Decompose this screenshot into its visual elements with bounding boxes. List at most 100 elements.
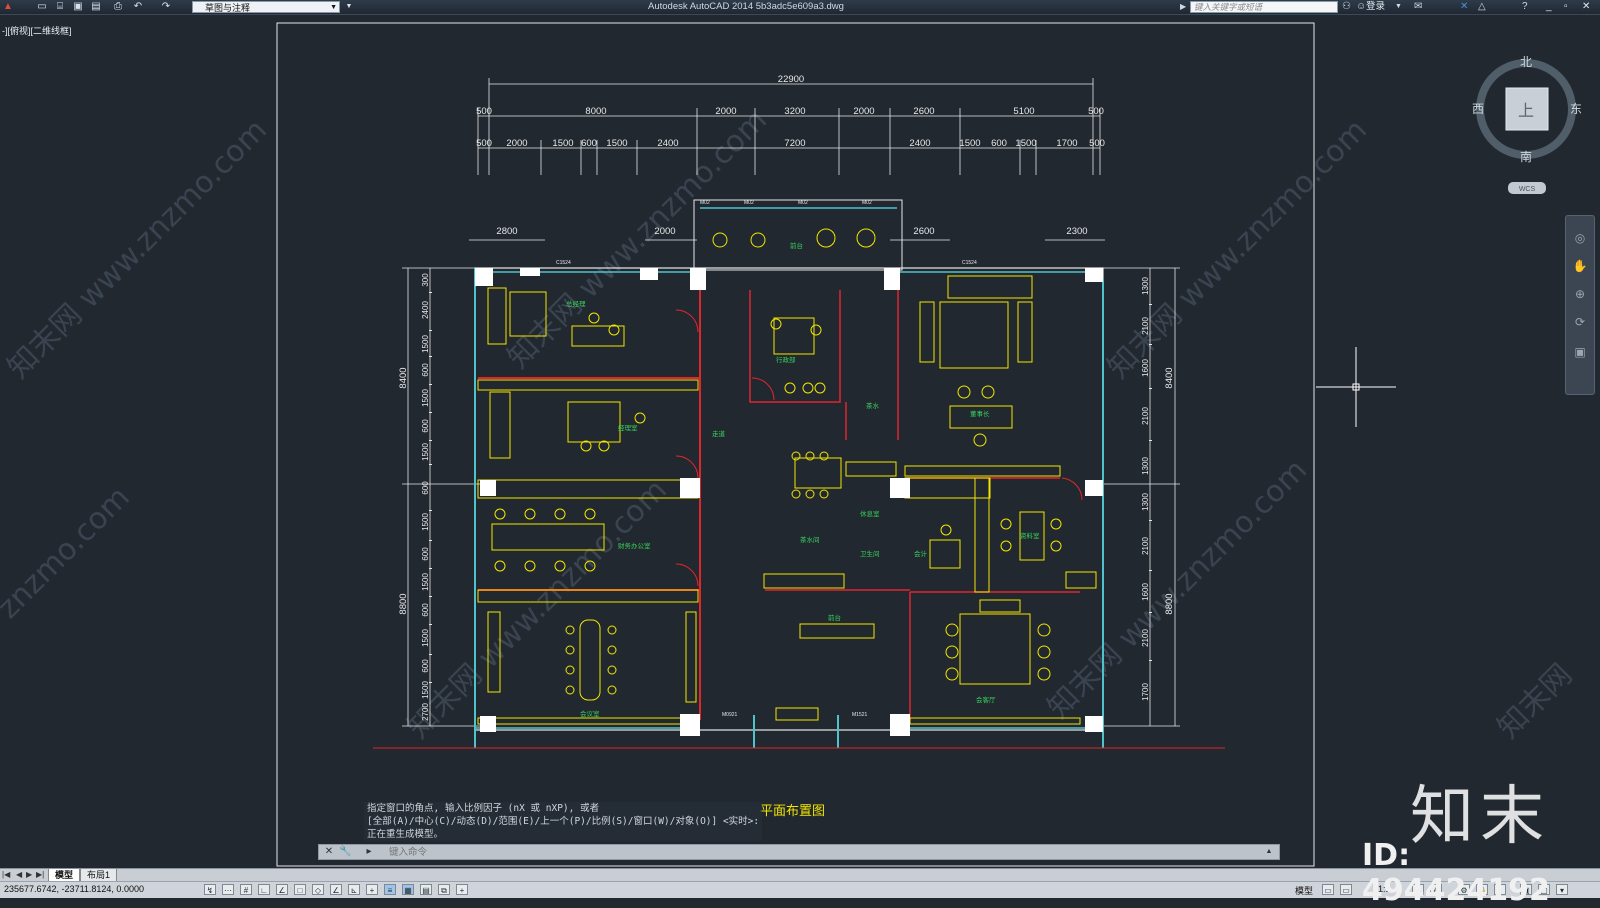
application-menu-icon[interactable]: ▲: [2, 1, 14, 13]
svg-text:1500: 1500: [421, 629, 430, 647]
search-expand-icon[interactable]: ▶: [1180, 1, 1186, 13]
model-space-button[interactable]: 模型: [1295, 884, 1313, 897]
paper-border: [276, 22, 1315, 867]
drawing-canvas[interactable]: 知末网 www.znzmo.com znzmo.com 知末网 www.znzm…: [0, 14, 1600, 868]
quick-view-drawings-icon[interactable]: ▭: [1340, 884, 1352, 895]
svg-text:8400: 8400: [398, 367, 409, 388]
svg-text:500: 500: [1088, 106, 1104, 117]
tab-prev-icon[interactable]: ◀: [16, 869, 22, 881]
svg-text:2800: 2800: [496, 226, 517, 237]
viewcube-east[interactable]: 东: [1570, 102, 1582, 116]
otrack-icon[interactable]: ∠: [330, 884, 342, 895]
command-history-toggle-icon[interactable]: ▲: [1263, 846, 1275, 858]
3d-osnap-icon[interactable]: ◇: [312, 884, 324, 895]
wrench-icon[interactable]: 🔧: [339, 846, 351, 858]
svg-text:600: 600: [421, 603, 430, 617]
polar-icon[interactable]: ∠: [276, 884, 288, 895]
workspace-select[interactable]: 草图与注释 ▼: [192, 1, 340, 13]
snap-icon[interactable]: ⋯: [222, 884, 234, 895]
save-as-icon[interactable]: ▤: [90, 1, 102, 13]
new-file-icon[interactable]: ▭: [36, 1, 48, 13]
svg-text:300: 300: [421, 273, 430, 287]
grid-icon[interactable]: #: [240, 884, 252, 895]
lineweight-icon[interactable]: ≡: [384, 884, 396, 895]
quick-view-layouts-icon[interactable]: ▭: [1322, 884, 1334, 895]
tab-next-icon[interactable]: ▶: [26, 869, 32, 881]
svg-text:M1521: M1521: [852, 712, 868, 718]
command-prompt-icon[interactable]: ▸: [363, 846, 375, 858]
command-input[interactable]: [389, 846, 1249, 858]
viewcube-south[interactable]: 南: [1520, 149, 1532, 164]
svg-text:600: 600: [421, 659, 430, 673]
svg-text:2000: 2000: [506, 138, 527, 149]
open-file-icon[interactable]: ⌸: [54, 1, 66, 13]
orbit-icon[interactable]: ⟳: [1572, 314, 1588, 330]
svg-text:znzmo.com: znzmo.com: [0, 480, 137, 626]
svg-text:董事长: 董事长: [970, 409, 990, 418]
osnap-icon[interactable]: □: [294, 884, 306, 895]
svg-text:1500: 1500: [421, 573, 430, 591]
svg-text:7200: 7200: [784, 138, 805, 149]
customize-toolbar-icon[interactable]: ▼: [343, 1, 355, 13]
viewcube-north[interactable]: 北: [1520, 55, 1532, 69]
svg-text:经理室: 经理室: [618, 423, 638, 432]
svg-text:知末网: 知末网: [1491, 657, 1579, 745]
help-search-input[interactable]: 键入关键字或短语: [1190, 1, 1338, 13]
restore-window-button[interactable]: ▫: [1564, 0, 1568, 13]
tab-first-icon[interactable]: |◀: [2, 869, 10, 881]
selection-cycling-icon[interactable]: ⧉: [438, 884, 450, 895]
svg-text:1700: 1700: [1056, 138, 1077, 149]
crosshair-cursor: [1316, 347, 1396, 427]
svg-text:500: 500: [1089, 138, 1105, 149]
ortho-icon[interactable]: ∟: [258, 884, 270, 895]
command-line: ✕ 🔧 ▸ ▲: [318, 844, 1280, 860]
exchange-icon[interactable]: ✉: [1414, 1, 1422, 13]
close-window-button[interactable]: ✕: [1582, 0, 1590, 13]
title-bar: ▲ ▭ ⌸ ▣ ▤ ⎙ ↶ ↷ 草图与注释 ▼ ▼ Autodesk AutoCA…: [0, 0, 1600, 15]
svg-text:2600: 2600: [913, 106, 934, 117]
print-icon[interactable]: ⎙: [112, 1, 124, 13]
dyn-input-icon[interactable]: +: [366, 884, 378, 895]
ducs-icon[interactable]: ⊾: [348, 884, 360, 895]
annotation-monitor-icon[interactable]: +: [456, 884, 468, 895]
zoom-icon[interactable]: ⊕: [1572, 286, 1588, 302]
triangle-icon[interactable]: △: [1478, 1, 1486, 13]
svg-text:1500: 1500: [421, 513, 430, 531]
viewcube-top-face[interactable]: 上: [1518, 102, 1534, 120]
showmotion-icon[interactable]: ▣: [1572, 344, 1588, 360]
autodesk-exchange-icon[interactable]: ✕: [1460, 1, 1468, 13]
viewcube-west[interactable]: 西: [1472, 102, 1484, 116]
navigation-bar: ◎ ✋ ⊕ ⟳ ▣: [1565, 215, 1595, 395]
pan-icon[interactable]: ✋: [1572, 258, 1588, 274]
save-icon[interactable]: ▣: [72, 1, 84, 13]
quick-properties-icon[interactable]: ▤: [420, 884, 432, 895]
wcs-menu[interactable]: WCS: [1519, 186, 1536, 193]
steering-wheel-icon[interactable]: ◎: [1572, 230, 1588, 246]
help-icon[interactable]: ?: [1522, 1, 1528, 13]
svg-text:600: 600: [991, 138, 1007, 149]
binoculars-icon[interactable]: ⚇: [1342, 1, 1351, 13]
svg-text:知末网 www.znzmo.com: 知末网 www.znzmo.com: [401, 473, 674, 746]
svg-text:知末网 www.znzmo.com: 知末网 www.znzmo.com: [501, 103, 774, 376]
svg-text:500: 500: [476, 106, 492, 117]
svg-text:会议室: 会议室: [580, 709, 600, 718]
svg-text:M02: M02: [744, 200, 754, 206]
transparency-icon[interactable]: ▦: [402, 884, 414, 895]
svg-text:1500: 1500: [421, 681, 430, 699]
login-button[interactable]: 登录: [1366, 0, 1385, 13]
viewcube[interactable]: 上 北 南 东 西 WCS: [1472, 55, 1582, 194]
svg-text:M02: M02: [700, 200, 710, 206]
infer-constraints-icon[interactable]: ↯: [204, 884, 216, 895]
svg-text:知末网 www.znzmo.com: 知末网 www.znzmo.com: [1, 113, 274, 386]
undo-icon[interactable]: ↶: [132, 1, 144, 13]
redo-icon[interactable]: ↷: [160, 1, 172, 13]
svg-text:2400: 2400: [657, 138, 678, 149]
viewport-controls[interactable]: -][俯视][二维线框]: [2, 24, 72, 37]
svg-text:M02: M02: [798, 200, 808, 206]
svg-text:2300: 2300: [1066, 226, 1087, 237]
minimize-window-button[interactable]: _: [1546, 0, 1552, 13]
login-dropdown-icon[interactable]: ▼: [1395, 1, 1402, 13]
close-command-line-icon[interactable]: ✕: [323, 846, 335, 858]
tab-last-icon[interactable]: ▶|: [36, 869, 44, 881]
coordinate-readout[interactable]: 235677.6742, -23711.8124, 0.0000: [4, 884, 144, 894]
